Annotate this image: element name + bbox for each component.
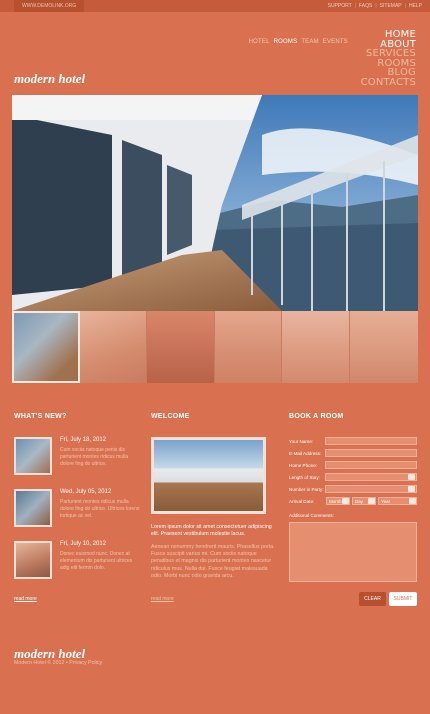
top-link-help[interactable]: HELP	[409, 0, 422, 12]
thumbnail-strip	[12, 311, 418, 383]
thumbnail-bathroom[interactable]	[79, 311, 148, 383]
subnav-team[interactable]: TEAM	[301, 39, 318, 45]
arrival-label: Arrival Date:	[289, 499, 315, 504]
subnav-hotel[interactable]: HOTEL	[249, 39, 270, 45]
main-navigation: HOME ABOUT SERVICES ROOMS BLOG CONTACTS	[361, 30, 416, 87]
subnav-events[interactable]: EVENTS	[323, 39, 348, 45]
length-label: Length of Stay:	[289, 475, 320, 480]
month-select-value: Month	[329, 499, 342, 504]
email-field[interactable]	[325, 449, 417, 457]
nav-contacts[interactable]: CONTACTS	[361, 77, 416, 88]
site-url[interactable]: WWW.DEMOLINK.ORG	[14, 0, 85, 12]
chevron-down-icon	[342, 498, 349, 504]
thumbnail-pool[interactable]	[147, 311, 215, 383]
thumbnail-kitchen[interactable]	[282, 311, 350, 383]
subnav-rooms[interactable]: ROOMS	[274, 39, 298, 45]
clear-button[interactable]: CLEAR	[359, 592, 386, 606]
news-thumbnail[interactable]	[14, 489, 52, 527]
welcome-image	[151, 437, 266, 514]
sub-navigation: HOTEL ROOMS TEAM EVENTS	[249, 39, 348, 45]
top-links: SUPPORT | FAQS | SITEMAP | HELP	[328, 0, 422, 12]
news-text: Parturient montes ridicus mulla dolore f…	[60, 499, 140, 520]
chevron-down-icon	[408, 486, 415, 492]
news-title: WHAT'S NEW?	[14, 413, 67, 420]
news-date: Fri, July 10, 2012	[60, 541, 107, 547]
news-text: Cum sociis natoque penis dis parturient …	[60, 447, 129, 468]
name-field[interactable]	[325, 437, 417, 445]
news-item: Wed, July 05, 2012 Parturient montes rid…	[14, 489, 139, 527]
year-select[interactable]: Year	[378, 497, 417, 505]
party-label: Number in Party:	[289, 487, 324, 492]
chevron-down-icon	[368, 498, 375, 504]
news-item: Fri, July 18, 2012 Cum sociis natoque pe…	[14, 437, 139, 475]
welcome-body-text: Aenean nonummy hendrerit mauris. Phasell…	[151, 544, 275, 579]
booking-title: BOOK A ROOM	[289, 413, 344, 420]
news-item: Fri, July 10, 2012 Donec euismod nunc. D…	[14, 541, 139, 579]
year-select-value: Year	[381, 499, 391, 504]
phone-field[interactable]	[325, 461, 417, 469]
welcome-read-more-link[interactable]: read more	[151, 596, 174, 602]
thumbnail-balcony[interactable]	[12, 311, 80, 383]
chevron-down-icon	[408, 474, 415, 480]
thumbnail-spa[interactable]	[349, 311, 418, 383]
day-select[interactable]: Day	[352, 497, 376, 505]
site-logo[interactable]: modern hotel	[14, 71, 85, 87]
news-date: Fri, July 18, 2012	[60, 437, 107, 443]
name-label: Your Name:	[289, 439, 314, 444]
news-thumbnail[interactable]	[14, 541, 52, 579]
news-thumbnail[interactable]	[14, 437, 52, 475]
thumbnail-interior[interactable]	[214, 311, 283, 383]
footer-copyright: Modern Hotel © 2012 • Privacy Policy	[14, 660, 103, 666]
top-link-support[interactable]: SUPPORT	[328, 0, 352, 12]
chevron-down-icon	[409, 498, 416, 504]
top-link-faqs[interactable]: FAQS	[359, 0, 372, 12]
comments-label: Additional Comments:	[289, 513, 334, 518]
hero-balcony-photo	[12, 95, 418, 311]
day-select-value: Day	[355, 499, 364, 504]
welcome-title: WELCOME	[151, 413, 190, 420]
top-link-sitemap[interactable]: SITEMAP	[380, 0, 402, 12]
comments-textarea[interactable]	[289, 522, 417, 582]
email-label: E-Mail Address:	[289, 451, 322, 456]
news-text: Donec euismod nunc. Donec at elementum d…	[60, 551, 133, 572]
party-size-select[interactable]	[325, 485, 417, 493]
submit-button[interactable]: SUBMIT	[389, 592, 417, 606]
news-read-more-link[interactable]: read more	[14, 596, 37, 602]
phone-label: Home Phone:	[289, 463, 318, 468]
hero-image	[12, 95, 418, 311]
welcome-lead-text: Lorem ipsum dolor sit amet consectetuer …	[151, 524, 272, 538]
news-date: Wed, July 05, 2012	[60, 489, 112, 495]
month-select[interactable]: Month	[326, 497, 350, 505]
length-of-stay-select[interactable]	[325, 473, 417, 481]
